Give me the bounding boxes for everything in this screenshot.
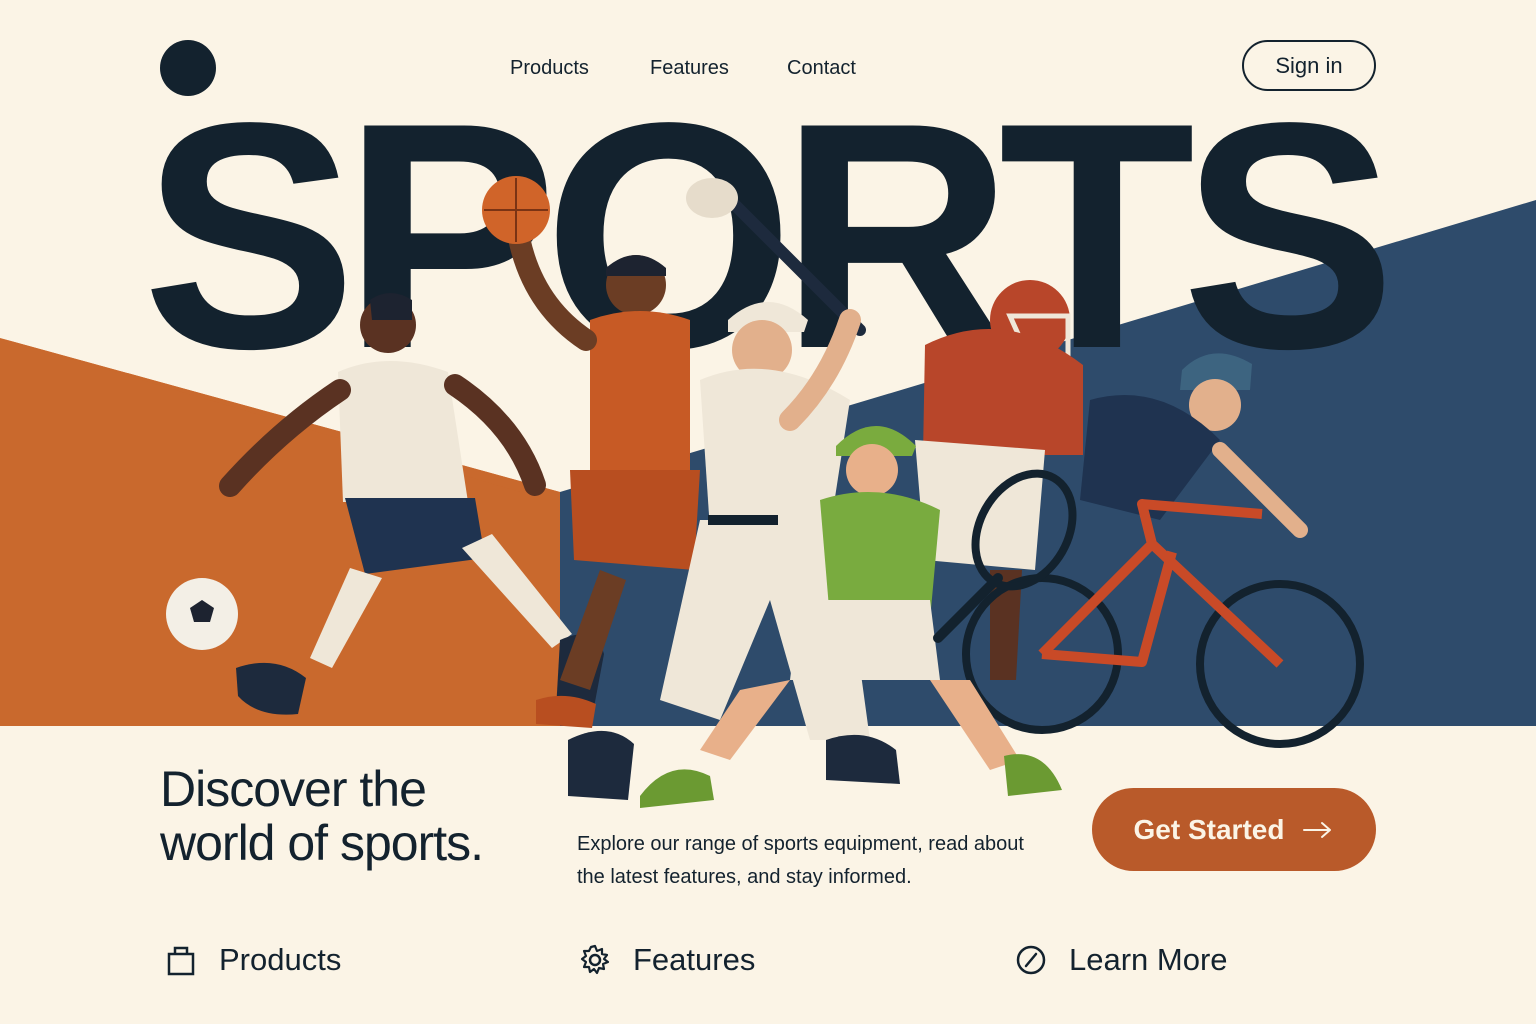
description-text: Explore our range of sports equipment, r… xyxy=(577,833,1024,888)
arrow-right-icon xyxy=(1303,821,1332,838)
compass-icon xyxy=(1016,945,1046,975)
get-started-button[interactable]: Get Started xyxy=(1092,788,1376,871)
headline: Discover the world of sports. xyxy=(160,762,580,870)
hero-title: SPORTS xyxy=(142,57,1396,416)
bottom-links: Products Features Learn More xyxy=(0,942,1536,990)
headline-line-2: world of sports. xyxy=(160,815,484,871)
get-started-label: Get Started xyxy=(1133,813,1285,845)
bottom-link-learn-more[interactable]: Learn More xyxy=(1013,942,1228,978)
bottom-link-features[interactable]: Features xyxy=(577,942,755,978)
gear-icon xyxy=(580,944,610,975)
bottom-link-products-label: Products xyxy=(219,942,342,977)
headline-line-1: Discover the xyxy=(160,761,427,817)
bottom-link-learn-more-label: Learn More xyxy=(1069,942,1228,977)
bag-icon xyxy=(167,946,195,976)
bottom-link-products[interactable]: Products xyxy=(163,942,341,978)
landing-page: Products Features Contact Sign in SPORTS xyxy=(0,0,1536,1024)
bottom-link-features-label: Features xyxy=(633,942,756,977)
